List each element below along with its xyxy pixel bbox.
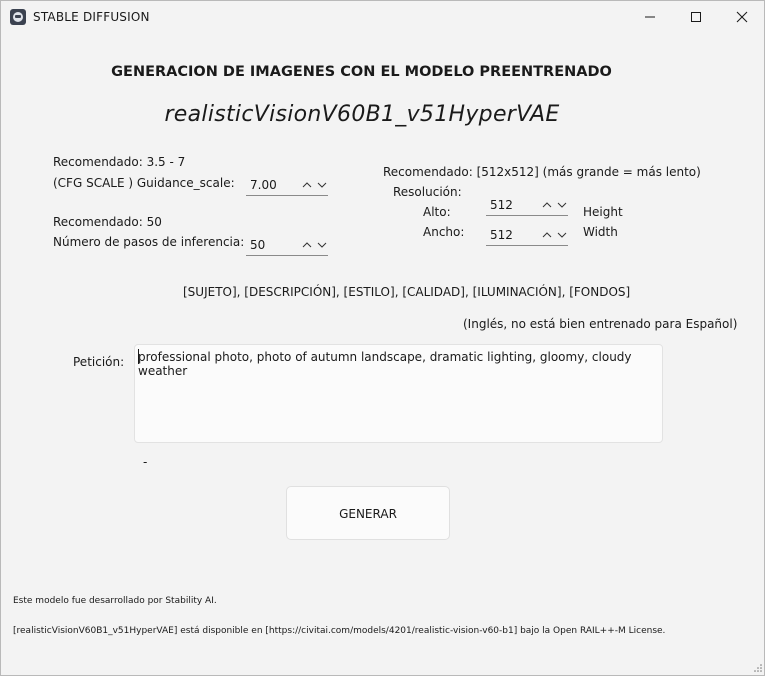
prompt-text: professional photo, photo of autumn land… xyxy=(138,350,632,378)
decrement-icon[interactable] xyxy=(316,179,328,191)
footer-license: [realisticVisionV60B1_v51HyperVAE] está … xyxy=(13,626,666,636)
prompt-label: Petición: xyxy=(73,355,125,369)
decrement-icon[interactable] xyxy=(556,229,568,241)
minimize-button[interactable] xyxy=(627,1,673,33)
model-name: realisticVisionV60B1_v51HyperVAE xyxy=(164,102,560,127)
app-icon xyxy=(10,9,26,25)
minimize-icon xyxy=(645,16,655,18)
resolution-recommendation: Recomendado: [512x512] (más grande = más… xyxy=(383,165,701,179)
footer-credit: Este modelo fue desarrollado por Stabili… xyxy=(13,596,217,606)
increment-icon[interactable] xyxy=(541,199,553,211)
guidance-recommendation: Recomendado: 3.5 - 7 xyxy=(53,155,186,169)
status-text: - xyxy=(143,455,148,469)
ancho-unit: Width xyxy=(583,225,618,239)
decrement-icon[interactable] xyxy=(316,239,328,251)
alto-spinbox[interactable]: 512 xyxy=(486,195,568,216)
maximize-icon xyxy=(691,12,701,22)
steps-value: 50 xyxy=(250,238,266,252)
alto-label: Alto: xyxy=(423,205,451,219)
decrement-icon[interactable] xyxy=(556,199,568,211)
steps-recommendation: Recomendado: 50 xyxy=(53,215,162,229)
steps-spinbox[interactable]: 50 xyxy=(246,235,328,256)
window-title: STABLE DIFFUSION xyxy=(33,10,150,24)
ancho-label: Ancho: xyxy=(423,225,465,239)
title-bar[interactable]: STABLE DIFFUSION xyxy=(1,1,764,33)
alto-value: 512 xyxy=(490,198,513,212)
guidance-value: 7.00 xyxy=(250,178,277,192)
ancho-spinbox[interactable]: 512 xyxy=(486,225,568,246)
generate-button[interactable]: GENERAR xyxy=(286,486,450,540)
increment-icon[interactable] xyxy=(301,179,313,191)
guidance-spinbox[interactable]: 7.00 xyxy=(246,175,328,196)
steps-label: Número de pasos de inferencia: xyxy=(53,235,245,249)
guidance-label: (CFG SCALE ) Guidance_scale: xyxy=(53,176,235,190)
ancho-value: 512 xyxy=(490,228,513,242)
prompt-textarea[interactable]: professional photo, photo of autumn land… xyxy=(134,344,663,443)
language-note: (Inglés, no está bien entrenado para Esp… xyxy=(463,317,738,331)
close-icon xyxy=(736,11,748,23)
resolution-label: Resolución: xyxy=(393,185,462,199)
increment-icon[interactable] xyxy=(301,239,313,251)
alto-unit: Height xyxy=(583,205,623,219)
page-heading: GENERACION DE IMAGENES CON EL MODELO PRE… xyxy=(111,64,612,80)
maximize-button[interactable] xyxy=(673,1,719,33)
prompt-template-hint: [SUJETO], [DESCRIPCIÓN], [ESTILO], [CALI… xyxy=(183,285,631,299)
close-button[interactable] xyxy=(719,1,765,33)
resize-grip-icon[interactable] xyxy=(753,663,763,673)
app-window: STABLE DIFFUSION GENERACION DE IMAGENES … xyxy=(0,0,765,676)
increment-icon[interactable] xyxy=(541,229,553,241)
